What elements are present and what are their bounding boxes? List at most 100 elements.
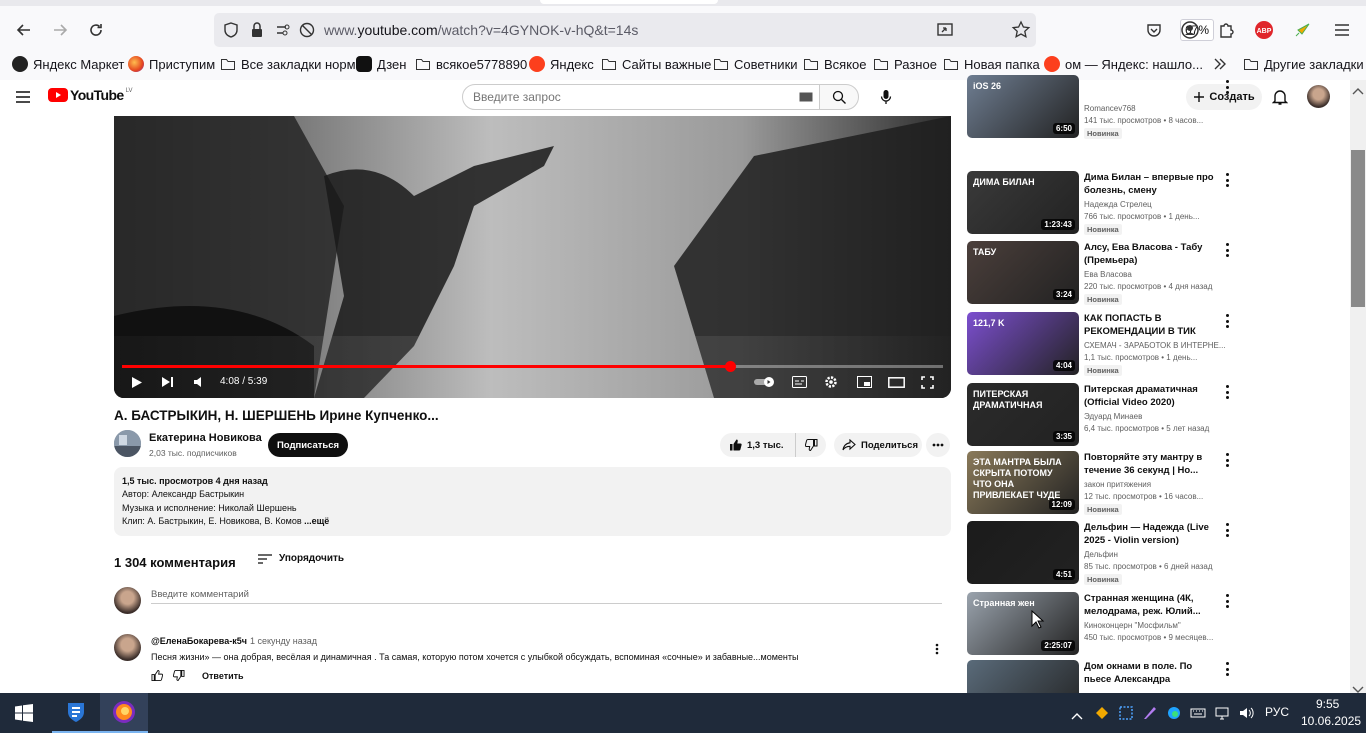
bookmark-star-icon[interactable]: [1011, 20, 1031, 40]
recommendation-title[interactable]: Повторяйте эту мантру в течение 36 секун…: [1084, 451, 1221, 477]
scroll-up-arrow[interactable]: [1352, 82, 1364, 100]
search-input[interactable]: [463, 85, 783, 109]
recommendation-menu-button[interactable]: [1223, 662, 1231, 676]
recommendation-thumbnail[interactable]: ПИТЕРСКАЯ ДРАМАТИЧНАЯ 3:35: [967, 383, 1079, 446]
comment-input[interactable]: Введите комментарий: [151, 589, 942, 604]
shield-icon[interactable]: [222, 21, 240, 39]
guide-menu-button[interactable]: [14, 89, 32, 110]
bookmark-yandex-search[interactable]: ом — Яндекс: нашло...: [1044, 52, 1203, 76]
sort-comments-button[interactable]: Упорядочить: [258, 553, 344, 564]
miniplayer-button[interactable]: [856, 374, 872, 390]
network-button[interactable]: [1214, 705, 1230, 726]
subscribe-button[interactable]: Подписаться: [268, 433, 348, 457]
autoplay-blocked-icon[interactable]: [298, 21, 316, 39]
bookmark-folder-misc[interactable]: Всякое: [803, 52, 867, 76]
active-tab[interactable]: [540, 0, 718, 4]
bookmark-yandex[interactable]: Яндекс: [529, 52, 594, 76]
volume-button[interactable]: [1238, 705, 1254, 726]
comment-author-name[interactable]: @ЕленаБокарева-к5ч: [151, 636, 247, 646]
recommendation-menu-button[interactable]: [1223, 594, 1231, 608]
keyboard-icon[interactable]: [799, 92, 813, 102]
notifications-button[interactable]: [1271, 88, 1289, 111]
input-language[interactable]: РУС: [1265, 705, 1289, 719]
bookmarks-overflow-button[interactable]: [1212, 52, 1228, 76]
fullscreen-button[interactable]: [919, 374, 935, 390]
tray-app-4[interactable]: [1166, 705, 1182, 726]
recommendation-menu-button[interactable]: [1223, 453, 1231, 467]
recommendation-channel[interactable]: Киноконцерн "Мосфильм": [1084, 621, 1181, 630]
recommendation-thumbnail[interactable]: ТАБУ 3:24: [967, 241, 1079, 304]
next-button[interactable]: [160, 374, 174, 390]
permissions-icon[interactable]: [274, 21, 292, 39]
lock-icon[interactable]: [249, 21, 265, 39]
recommendation-channel[interactable]: Ева Власова: [1084, 270, 1132, 279]
recommendation-menu-button[interactable]: [1223, 173, 1231, 187]
play-button[interactable]: [130, 374, 144, 390]
scrollbar-thumb[interactable]: [1351, 150, 1365, 307]
forward-button[interactable]: [46, 16, 74, 44]
adblock-button[interactable]: ABP: [1250, 16, 1278, 44]
recommendation-channel[interactable]: Надежда Стрелец: [1084, 200, 1152, 209]
subtitles-button[interactable]: [791, 374, 807, 390]
recommendation-thumbnail[interactable]: Странная жен 2:25:07: [967, 592, 1079, 655]
tray-overflow-button[interactable]: [1071, 707, 1083, 725]
bookmark-folder-new[interactable]: Новая папка: [943, 52, 1040, 76]
recommendation-thumbnail[interactable]: ЭТА МАНТРА БЫЛА СКРЫТА ПОТОМУ ЧТО ОНА ПР…: [967, 451, 1079, 514]
extensions-button[interactable]: [1212, 16, 1240, 44]
more-actions-button[interactable]: [926, 433, 950, 457]
recommendation-channel[interactable]: Эдуард Минаев: [1084, 412, 1142, 421]
recommendation-title[interactable]: Дом окнами в поле. По пьесе Александра В…: [1084, 660, 1221, 686]
clock-date[interactable]: 10.06.2025: [1301, 714, 1361, 728]
video-player[interactable]: 4:08 / 5:39: [114, 116, 951, 398]
recommendation-channel[interactable]: Дельфин: [1084, 550, 1118, 559]
reload-button[interactable]: [82, 16, 110, 44]
search-button[interactable]: [819, 84, 859, 110]
tray-app-2[interactable]: [1118, 705, 1134, 726]
url-text[interactable]: www.youtube.com/watch?v=4GYNOK-v-hQ&t=14…: [324, 22, 638, 38]
recommendation-channel[interactable]: закон притяжения: [1084, 480, 1151, 489]
recommendation-menu-button[interactable]: [1223, 80, 1231, 94]
settings-button[interactable]: [823, 374, 839, 390]
comment-time[interactable]: 1 секунду назад: [250, 636, 317, 646]
tray-app-3[interactable]: [1142, 705, 1158, 726]
autoplay-toggle[interactable]: [752, 374, 778, 390]
recommendation-menu-button[interactable]: [1223, 385, 1231, 399]
show-more-button[interactable]: ...ещё: [304, 516, 329, 526]
bookmark-folder-advisors[interactable]: Советники: [713, 52, 798, 76]
recommendation-menu-button[interactable]: [1223, 314, 1231, 328]
taskbar-app-bitwarden[interactable]: [52, 693, 100, 733]
user-avatar[interactable]: [1307, 85, 1330, 108]
progress-bar[interactable]: [122, 361, 943, 372]
recommendation-menu-button[interactable]: [1223, 523, 1231, 537]
bookmark-pristupim[interactable]: Приступим: [128, 52, 215, 76]
channel-avatar[interactable]: [114, 430, 141, 457]
youtube-logo[interactable]: YouTube LV: [48, 88, 133, 102]
scrubber-handle[interactable]: [724, 361, 736, 372]
recommendation-channel[interactable]: Romancev768: [1084, 104, 1136, 113]
share-button[interactable]: Поделиться: [834, 433, 922, 457]
pocket-button[interactable]: [1140, 16, 1168, 44]
tray-app-1[interactable]: [1094, 705, 1110, 726]
channel-name[interactable]: Екатерина Новикова: [149, 432, 262, 444]
recommendation-channel[interactable]: СХЕМАЧ - ЗАРАБОТОК В ИНТЕРНЕ...: [1084, 341, 1226, 350]
menu-button[interactable]: [1328, 16, 1356, 44]
picture-in-picture-icon[interactable]: [936, 21, 954, 39]
account-button[interactable]: [1176, 16, 1204, 44]
recommendation-menu-button[interactable]: [1223, 243, 1231, 257]
thumbs-down-icon[interactable]: [173, 670, 185, 681]
recommendation-thumbnail[interactable]: ДИМА БИЛАН 1:23:43: [967, 171, 1079, 234]
start-button[interactable]: [0, 693, 48, 733]
bookmark-folder-sites[interactable]: Сайты важные: [601, 52, 711, 76]
clock-time[interactable]: 9:55: [1316, 697, 1339, 711]
bookmark-folder-raznoe[interactable]: Разное: [873, 52, 937, 76]
comment-author[interactable]: @ЕленаБокарева-к5ч 1 секунду назад: [151, 636, 317, 646]
recommendation-thumbnail[interactable]: iOS 26 6:50: [967, 75, 1079, 138]
taskbar-app-firefox[interactable]: [100, 693, 148, 733]
bookmark-dzen[interactable]: Дзен: [356, 52, 406, 76]
bookmark-other[interactable]: Другие закладки: [1243, 52, 1364, 76]
comment-author-avatar[interactable]: [114, 634, 141, 661]
tray-app-5[interactable]: [1190, 705, 1206, 726]
dislike-button[interactable]: [796, 433, 826, 457]
recommendation-title[interactable]: Странная женщина (4К, мелодрама, реж. Юл…: [1084, 592, 1221, 618]
bookmark-yandex-market[interactable]: Яндекс Маркет: [12, 52, 124, 76]
